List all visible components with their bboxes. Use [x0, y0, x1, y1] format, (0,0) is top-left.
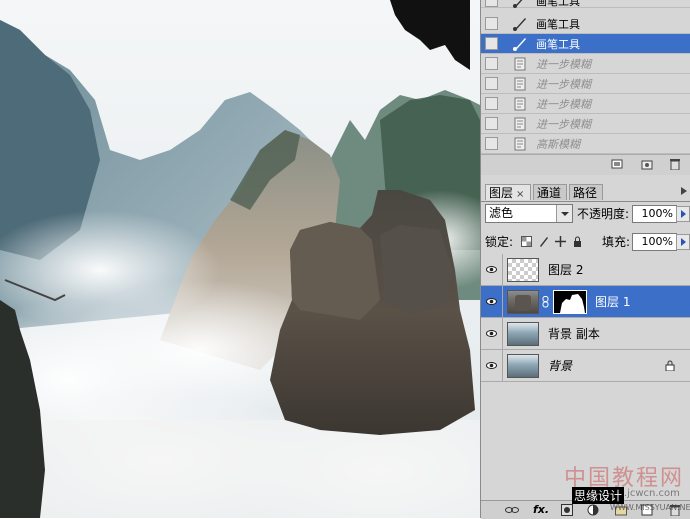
- fill-slider-arrow-icon[interactable]: [676, 234, 690, 250]
- tab-close-icon[interactable]: ×: [516, 189, 524, 200]
- history-item-label: 进一步模糊: [536, 117, 591, 131]
- chevron-down-icon[interactable]: [556, 205, 572, 222]
- layer-thumbnail[interactable]: [507, 290, 539, 314]
- brush-icon: [512, 16, 528, 32]
- document-icon: [512, 56, 528, 72]
- opacity-field[interactable]: 100%: [632, 205, 677, 223]
- history-item[interactable]: 画笔工具: [481, 34, 690, 54]
- layer-name[interactable]: 图层 1: [595, 295, 630, 309]
- layer-row[interactable]: 背景 副本: [481, 318, 690, 350]
- brush-icon: [512, 36, 528, 52]
- layer-name[interactable]: 图层 2: [548, 263, 583, 277]
- tab-channels[interactable]: 通道: [533, 184, 567, 200]
- layer-row[interactable]: 背景: [481, 350, 690, 382]
- layer-row[interactable]: 图层 1: [481, 286, 690, 318]
- new-document-from-state-icon[interactable]: [611, 158, 623, 170]
- tab-layers-label: 图层: [489, 186, 514, 200]
- layer-name[interactable]: 背景: [548, 359, 572, 373]
- history-brush-source-checkbox[interactable]: [485, 0, 498, 7]
- layers-tab-strip: 图层 × 通道 路径: [481, 183, 690, 202]
- history-item-label: 画笔工具: [536, 0, 580, 8]
- layer-mask-thumbnail[interactable]: [553, 290, 587, 314]
- history-item-label: 高斯模糊: [536, 137, 580, 151]
- history-brush-source-checkbox[interactable]: [485, 97, 498, 110]
- fill-label: 填充:: [602, 235, 631, 249]
- history-item[interactable]: 高斯模糊: [481, 134, 690, 154]
- history-item-label: 画笔工具: [536, 37, 580, 51]
- image-canvas[interactable]: [0, 0, 480, 518]
- column-divider: [502, 350, 503, 381]
- history-item-label: 进一步模糊: [536, 57, 591, 71]
- mask-link-chain-icon[interactable]: [542, 296, 550, 308]
- history-item[interactable]: 进一步模糊: [481, 114, 690, 134]
- column-divider: [502, 318, 503, 349]
- blend-mode-value: 滤色: [489, 206, 514, 220]
- history-brush-source-checkbox[interactable]: [485, 37, 498, 50]
- lock-label: 锁定:: [485, 235, 514, 249]
- tab-channels-label: 通道: [537, 186, 562, 200]
- fill-field[interactable]: 100%: [632, 233, 677, 251]
- layer-thumbnail[interactable]: [507, 354, 539, 378]
- history-item-label: 进一步模糊: [536, 77, 591, 91]
- history-item-label: 进一步模糊: [536, 97, 591, 111]
- trash-icon[interactable]: [669, 158, 681, 171]
- document-icon: [512, 76, 528, 92]
- lock-position-move-icon[interactable]: [555, 236, 566, 247]
- watermark-brand: 思缘设计: [572, 487, 625, 504]
- visibility-eye-icon[interactable]: [486, 328, 497, 339]
- opacity-slider-arrow-icon[interactable]: [676, 206, 690, 222]
- create-snapshot-icon[interactable]: [641, 158, 653, 170]
- tab-layers[interactable]: 图层 ×: [485, 184, 531, 200]
- history-item[interactable]: 进一步模糊: [481, 74, 690, 94]
- history-brush-source-checkbox[interactable]: [485, 17, 498, 30]
- layer-thumbnail[interactable]: [507, 322, 539, 346]
- history-item[interactable]: 画笔工具: [481, 14, 690, 34]
- layer-name[interactable]: 背景 副本: [548, 327, 600, 341]
- layer-style-fx-button[interactable]: fx.: [533, 504, 549, 516]
- history-item-label: 画笔工具: [536, 17, 580, 31]
- lock-pixels-brush-icon[interactable]: [538, 236, 549, 247]
- history-item[interactable]: 画笔工具: [481, 0, 690, 8]
- panel-menu-icon[interactable]: [681, 187, 687, 195]
- adjustment-layer-icon[interactable]: [587, 504, 599, 516]
- column-divider: [502, 254, 503, 285]
- history-footer: [481, 154, 690, 175]
- history-item[interactable]: 进一步模糊: [481, 54, 690, 74]
- watermark-url-2: WWW.MISSYUAN.NET: [610, 503, 690, 512]
- history-brush-source-checkbox[interactable]: [485, 57, 498, 70]
- document-icon: [512, 136, 528, 152]
- layer-lock-icon: [665, 360, 675, 372]
- history-brush-source-checkbox[interactable]: [485, 137, 498, 150]
- blend-mode-dropdown[interactable]: 滤色: [485, 204, 573, 223]
- history-item[interactable]: 进一步模糊: [481, 94, 690, 114]
- history-brush-source-checkbox[interactable]: [485, 117, 498, 130]
- mountain-landscape-image: [0, 0, 480, 518]
- visibility-eye-icon[interactable]: [486, 296, 497, 307]
- tab-paths-label: 路径: [573, 186, 598, 200]
- brush-icon: [512, 0, 528, 9]
- layer-row[interactable]: 图层 2: [481, 254, 690, 286]
- tab-paths[interactable]: 路径: [569, 184, 603, 200]
- layer-thumbnail[interactable]: [507, 258, 539, 282]
- link-layers-icon[interactable]: [505, 504, 519, 516]
- add-mask-icon[interactable]: [561, 504, 573, 516]
- visibility-eye-icon[interactable]: [486, 264, 497, 275]
- lock-transparency-icon[interactable]: [521, 236, 532, 247]
- document-icon: [512, 116, 528, 132]
- lock-all-padlock-icon[interactable]: [572, 236, 583, 247]
- history-brush-source-checkbox[interactable]: [485, 77, 498, 90]
- visibility-eye-icon[interactable]: [486, 360, 497, 371]
- document-icon: [512, 96, 528, 112]
- photoshop-panels: 画笔工具 画笔工具 画笔工具 进一步模糊 进一步模糊 进一步模糊 进一步模糊 高斯模糊 图层 ×…: [480, 0, 690, 519]
- opacity-label: 不透明度:: [577, 207, 630, 221]
- column-divider: [502, 286, 503, 317]
